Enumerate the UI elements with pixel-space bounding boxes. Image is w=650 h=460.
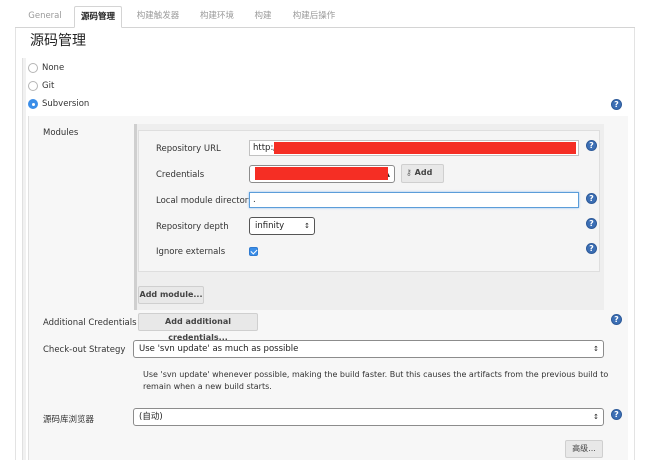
modules-label: Modules xyxy=(43,128,79,138)
key-icon: ⚷ xyxy=(406,168,412,177)
page-title: 源码管理 xyxy=(30,33,86,49)
select-arrows-icon: ↕ xyxy=(593,413,599,421)
repository-depth-value: infinity xyxy=(255,221,285,231)
tab-post-build[interactable]: 构建后操作 xyxy=(285,6,343,28)
ignore-externals-help-icon[interactable]: ? xyxy=(586,243,597,254)
local-module-directory-input[interactable]: . xyxy=(249,192,579,208)
tab-general[interactable]: General xyxy=(20,6,70,28)
scm-option-subversion[interactable]: Subversion xyxy=(28,96,89,112)
select-arrows-icon: ↕ xyxy=(593,345,599,353)
repository-url-help-icon[interactable]: ? xyxy=(586,140,597,151)
radio-none[interactable] xyxy=(28,63,38,73)
checkout-strategy-description: Use 'svn update' whenever possible, maki… xyxy=(143,370,609,391)
add-credentials-label: Add xyxy=(414,168,433,177)
checkout-strategy-select[interactable]: Use 'svn update' as much as possible ↕ xyxy=(133,340,604,358)
tab-build[interactable]: 构建 xyxy=(247,6,279,28)
add-credentials-button[interactable]: ⚷ Add xyxy=(401,164,444,183)
ignore-externals-checkbox[interactable] xyxy=(249,247,258,256)
repository-depth-label: Repository depth xyxy=(156,222,229,232)
repo-browser-help-icon[interactable]: ? xyxy=(611,409,622,420)
subversion-help-icon[interactable]: ? xyxy=(611,99,622,110)
radio-git[interactable] xyxy=(28,81,38,91)
tab-scm[interactable]: 源码管理 xyxy=(74,6,122,28)
checkout-strategy-value: Use 'svn update' as much as possible xyxy=(139,344,299,354)
tab-build-environment[interactable]: 构建环境 xyxy=(193,6,241,28)
repository-depth-select[interactable]: infinity ↕ xyxy=(249,217,315,235)
credentials-label: Credentials xyxy=(156,170,205,180)
repo-browser-value: (自动) xyxy=(139,412,163,422)
scm-option-label: Git xyxy=(42,81,55,91)
redacted-url xyxy=(274,142,576,154)
repo-browser-label: 源码库浏览器 xyxy=(43,415,95,425)
checkout-strategy-label: Check-out Strategy xyxy=(43,345,126,355)
tab-bar: General 源码管理 构建触发器 构建环境 构建 构建后操作 xyxy=(15,0,635,28)
add-additional-credentials-button[interactable]: Add additional credentials... xyxy=(138,313,258,342)
scm-option-none[interactable]: None xyxy=(28,60,64,76)
section-indent-bar xyxy=(22,58,26,460)
tab-build-triggers[interactable]: 构建触发器 xyxy=(129,6,187,28)
radio-subversion[interactable] xyxy=(28,99,38,109)
additional-credentials-label: Additional Credentials xyxy=(43,318,137,328)
ignore-externals-label: Ignore externals xyxy=(156,247,226,257)
scm-option-git[interactable]: Git xyxy=(28,78,54,94)
select-arrows-icon: ↕ xyxy=(304,222,310,230)
additional-credentials-help-icon[interactable]: ? xyxy=(611,314,622,325)
scm-option-label: Subversion xyxy=(42,99,90,109)
local-module-directory-label: Local module directory xyxy=(156,196,254,206)
local-module-directory-help-icon[interactable]: ? xyxy=(586,193,597,204)
local-module-directory-value: . xyxy=(253,195,256,205)
redacted-credentials xyxy=(255,167,388,180)
add-module-button[interactable]: Add module... xyxy=(138,286,204,304)
repository-url-label: Repository URL xyxy=(156,144,221,154)
repo-browser-select[interactable]: (自动) ↕ xyxy=(133,408,604,426)
repository-depth-help-icon[interactable]: ? xyxy=(586,218,597,229)
advanced-button[interactable]: 高级... xyxy=(565,440,603,458)
scm-option-label: None xyxy=(42,63,65,73)
